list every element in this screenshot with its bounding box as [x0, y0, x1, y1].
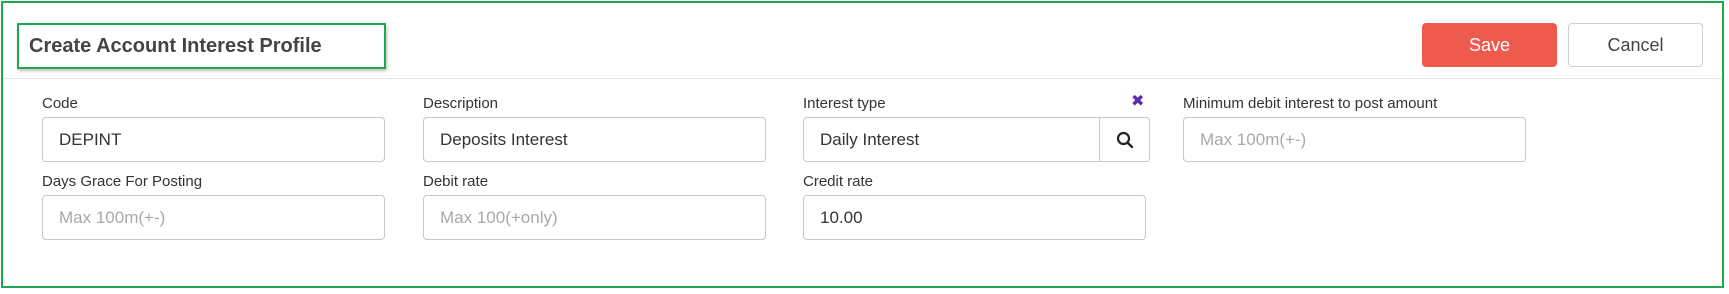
debit-rate-field-group: Debit rate Max 100(+only)	[423, 173, 766, 243]
credit-rate-label: Credit rate	[803, 173, 874, 190]
min-debit-interest-input[interactable]: Max 100m(+-)	[1183, 117, 1526, 162]
close-icon[interactable]: ✖	[1131, 93, 1144, 111]
debit-rate-label: Debit rate	[423, 173, 489, 190]
code-input[interactable]: DEPINT	[42, 117, 385, 162]
cancel-button[interactable]: Cancel	[1568, 23, 1703, 67]
interest-type-input[interactable]: Daily Interest	[803, 117, 1101, 162]
days-grace-label: Days Grace For Posting	[42, 173, 203, 190]
credit-rate-field-group: Credit rate 10.00	[803, 173, 1146, 243]
description-field-group: Description Deposits Interest	[423, 95, 766, 165]
interest-type-field-group: Interest type ✖ Daily Interest	[803, 93, 1150, 165]
description-input[interactable]: Deposits Interest	[423, 117, 766, 162]
page-title: Create Account Interest Profile	[29, 35, 322, 57]
form-panel: Create Account Interest Profile Save Can…	[1, 1, 1724, 288]
days-grace-input[interactable]: Max 100m(+-)	[42, 195, 385, 240]
search-icon	[1116, 131, 1133, 148]
save-button[interactable]: Save	[1422, 23, 1557, 67]
interest-type-search-button[interactable]	[1099, 117, 1150, 162]
code-label: Code	[42, 95, 78, 112]
code-field-group: Code DEPINT	[42, 95, 385, 165]
days-grace-field-group: Days Grace For Posting Max 100m(+-)	[42, 173, 385, 243]
credit-rate-input[interactable]: 10.00	[803, 195, 1146, 240]
min-debit-interest-field-group: Minimum debit interest to post amount Ma…	[1183, 95, 1526, 165]
min-debit-interest-label: Minimum debit interest to post amount	[1183, 95, 1438, 112]
debit-rate-input[interactable]: Max 100(+only)	[423, 195, 766, 240]
panel-header: Create Account Interest Profile Save Can…	[3, 3, 1722, 79]
description-label: Description	[423, 95, 499, 112]
title-highlight: Create Account Interest Profile	[17, 23, 386, 69]
interest-type-label: Interest type	[803, 95, 886, 112]
